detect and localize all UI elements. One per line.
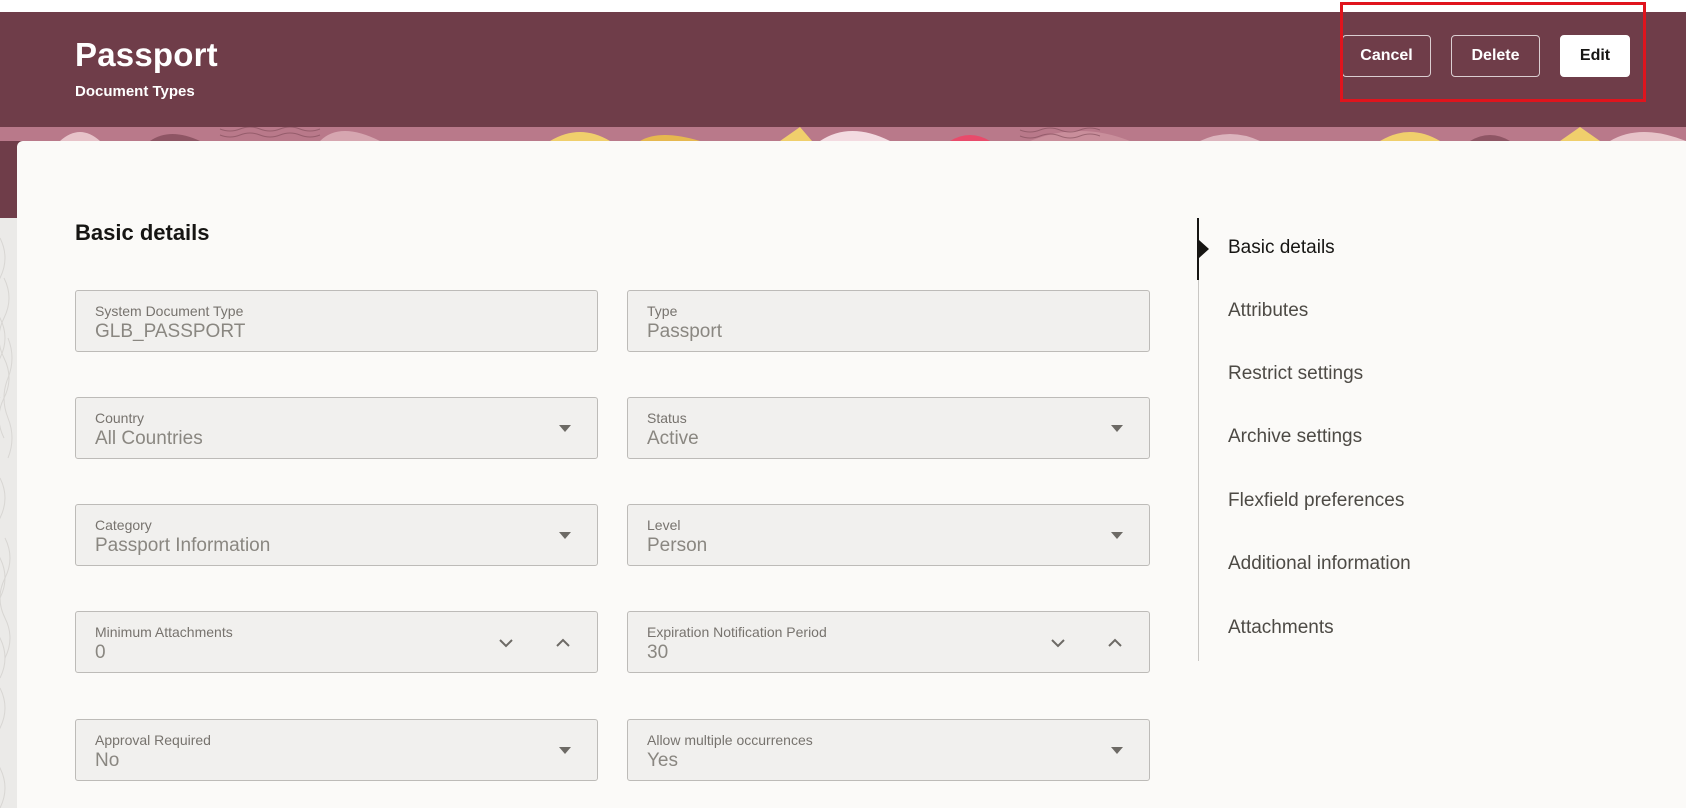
status-select[interactable]: Status Active <box>627 397 1150 459</box>
field-label: System Document Type <box>95 303 244 319</box>
field-value: Person <box>647 535 708 556</box>
field-value: 0 <box>95 642 106 663</box>
type-field[interactable]: Type Passport <box>627 290 1150 352</box>
chevron-down-icon[interactable] <box>1111 425 1123 432</box>
field-value: No <box>95 750 120 771</box>
field-label: Status <box>647 410 687 426</box>
country-select[interactable]: Country All Countries <box>75 397 598 459</box>
section-title: Basic details <box>75 220 210 245</box>
chevron-down-icon[interactable] <box>559 425 571 432</box>
expiration-notification-period-stepper[interactable]: Expiration Notification Period 30 <box>627 611 1150 673</box>
approval-required-select[interactable]: Approval Required No <box>75 719 598 781</box>
chevron-down-icon[interactable] <box>559 532 571 539</box>
field-label: Expiration Notification Period <box>647 624 827 640</box>
annotation-highlight-box <box>1340 2 1646 102</box>
nav-item-basic-details[interactable]: Basic details <box>1228 237 1335 259</box>
nav-item-flexfield-preferences[interactable]: Flexfield preferences <box>1228 490 1404 512</box>
chevron-down-icon[interactable] <box>1111 747 1123 754</box>
nav-item-attachments[interactable]: Attachments <box>1228 617 1334 639</box>
field-label: Country <box>95 410 145 426</box>
section-navigation: Basic details Attributes Restrict settin… <box>1197 218 1519 661</box>
chevron-down-icon[interactable] <box>559 747 571 754</box>
allow-multiple-occurrences-select[interactable]: Allow multiple occurrences Yes <box>627 719 1150 781</box>
field-label: Category <box>95 517 152 533</box>
field-value: Active <box>647 428 699 449</box>
field-value: Passport <box>647 321 722 342</box>
field-label: Minimum Attachments <box>95 624 233 640</box>
chevron-down-icon[interactable] <box>1047 632 1069 654</box>
field-label: Allow multiple occurrences <box>647 732 813 748</box>
header-decorative-pattern <box>0 127 1686 141</box>
field-value: Yes <box>647 750 678 771</box>
nav-item-archive-settings[interactable]: Archive settings <box>1228 426 1362 448</box>
field-label: Approval Required <box>95 732 211 748</box>
nav-item-restrict-settings[interactable]: Restrict settings <box>1228 363 1363 385</box>
page-title: Passport <box>75 36 218 73</box>
field-value: Passport Information <box>95 535 271 556</box>
level-select[interactable]: Level Person <box>627 504 1150 566</box>
page-subtitle: Document Types <box>75 83 195 100</box>
chevron-up-icon[interactable] <box>1104 632 1126 654</box>
chevron-up-icon[interactable] <box>552 632 574 654</box>
field-label: Type <box>647 303 678 319</box>
left-decorative-strip <box>0 218 17 808</box>
category-select[interactable]: Category Passport Information <box>75 504 598 566</box>
system-document-type-field[interactable]: System Document Type GLB_PASSPORT <box>75 290 598 352</box>
chevron-down-icon[interactable] <box>1111 532 1123 539</box>
field-value: All Countries <box>95 428 203 449</box>
nav-item-attributes[interactable]: Attributes <box>1228 300 1308 322</box>
field-label: Level <box>647 517 681 533</box>
field-value: GLB_PASSPORT <box>95 321 246 342</box>
triangle-right-icon <box>1199 240 1209 258</box>
nav-item-additional-information[interactable]: Additional information <box>1228 553 1411 575</box>
chevron-down-icon[interactable] <box>495 632 517 654</box>
field-value: 30 <box>647 642 669 663</box>
minimum-attachments-stepper[interactable]: Minimum Attachments 0 <box>75 611 598 673</box>
